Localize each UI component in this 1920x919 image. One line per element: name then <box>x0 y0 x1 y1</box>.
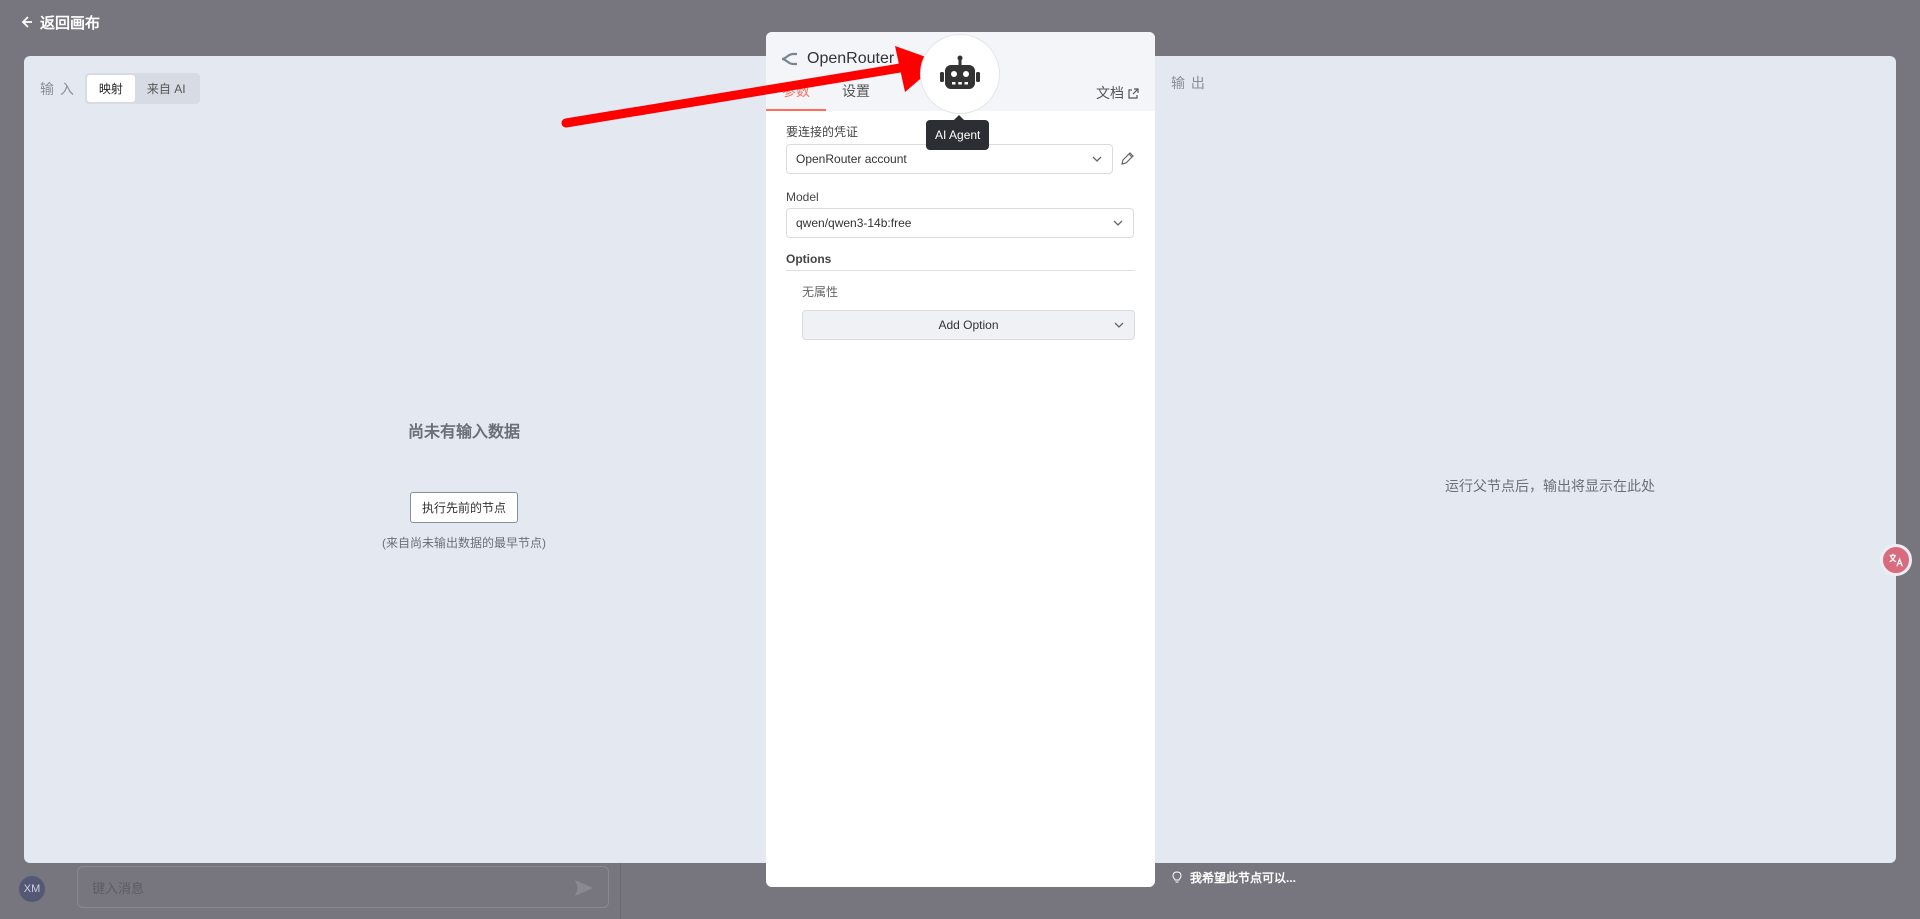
execute-previous-nodes-button[interactable]: 执行先前的节点 <box>409 492 518 523</box>
tab-parameters[interactable]: 参数 <box>766 81 826 111</box>
input-pane-header: 输 入 映射 来自 AI <box>40 73 200 104</box>
input-mode-switch: 映射 来自 AI <box>84 73 200 104</box>
pencil-icon[interactable] <box>1119 151 1135 167</box>
external-link-icon <box>1128 87 1139 99</box>
node-settings-panel: OpenRouter C 参数 设置 文档 要连接的凭证 OpenRouter … <box>766 32 1155 887</box>
lightbulb-icon <box>1172 871 1182 883</box>
credential-value: OpenRouter account <box>796 152 907 166</box>
translate-glyph-icon <box>1889 553 1903 567</box>
input-title: 输 入 <box>40 80 75 97</box>
openrouter-icon <box>781 52 797 66</box>
node-wish-prompt[interactable]: 我希望此节点可以... <box>1172 869 1296 886</box>
mode-mapping-tab[interactable]: 映射 <box>86 75 135 102</box>
arrow-left-icon <box>21 16 32 28</box>
add-option-label: Add Option <box>938 318 999 332</box>
chevron-down-icon <box>1114 322 1124 328</box>
send-icon[interactable] <box>574 879 594 897</box>
model-select[interactable]: qwen/qwen3-14b:free <box>786 208 1134 238</box>
input-empty-title: 尚未有输入数据 <box>407 424 520 441</box>
user-avatar: XM <box>19 876 45 902</box>
add-option-button[interactable]: Add Option <box>802 310 1135 340</box>
output-empty-text: 运行父节点后，输出将显示在此处 <box>1445 478 1655 494</box>
output-pane-header: 输 出 <box>1171 73 1206 93</box>
output-title: 输 出 <box>1171 75 1206 91</box>
node-title-text: OpenRouter C <box>807 50 911 67</box>
docs-label: 文档 <box>1096 85 1124 101</box>
tab-settings[interactable]: 设置 <box>826 81 886 111</box>
robot-icon <box>940 55 980 89</box>
no-properties-text: 无属性 <box>802 285 839 299</box>
docs-link[interactable]: 文档 <box>1096 83 1139 103</box>
mode-from-ai-tab[interactable]: 来自 AI <box>135 75 198 102</box>
panel-tabs: 参数 设置 <box>766 81 886 111</box>
chevron-down-icon <box>1113 220 1123 226</box>
ai-agent-tooltip: AI Agent <box>926 115 990 150</box>
ai-agent-node[interactable] <box>920 34 1000 114</box>
wish-hint-text: 我希望此节点可以... <box>1190 871 1297 885</box>
input-empty-hint: (来自尚未输出数据的最早节点) <box>382 536 546 550</box>
chat-input-placeholder: 键入消息 <box>92 880 145 896</box>
bottom-divider <box>620 863 621 919</box>
model-value: qwen/qwen3-14b:free <box>796 216 912 230</box>
node-title: OpenRouter C <box>781 50 910 68</box>
chat-message-input[interactable]: 键入消息 <box>77 866 609 908</box>
back-label: 返回画布 <box>40 14 101 32</box>
chevron-down-icon <box>1092 156 1102 162</box>
input-empty-state: 尚未有输入数据 执行先前的节点 (来自尚未输出数据的最早节点) <box>344 418 584 551</box>
translate-icon[interactable] <box>1880 544 1912 576</box>
model-label: Model <box>786 190 819 204</box>
back-to-canvas-button[interactable]: 返回画布 <box>18 12 100 33</box>
options-title: Options <box>786 252 1135 271</box>
